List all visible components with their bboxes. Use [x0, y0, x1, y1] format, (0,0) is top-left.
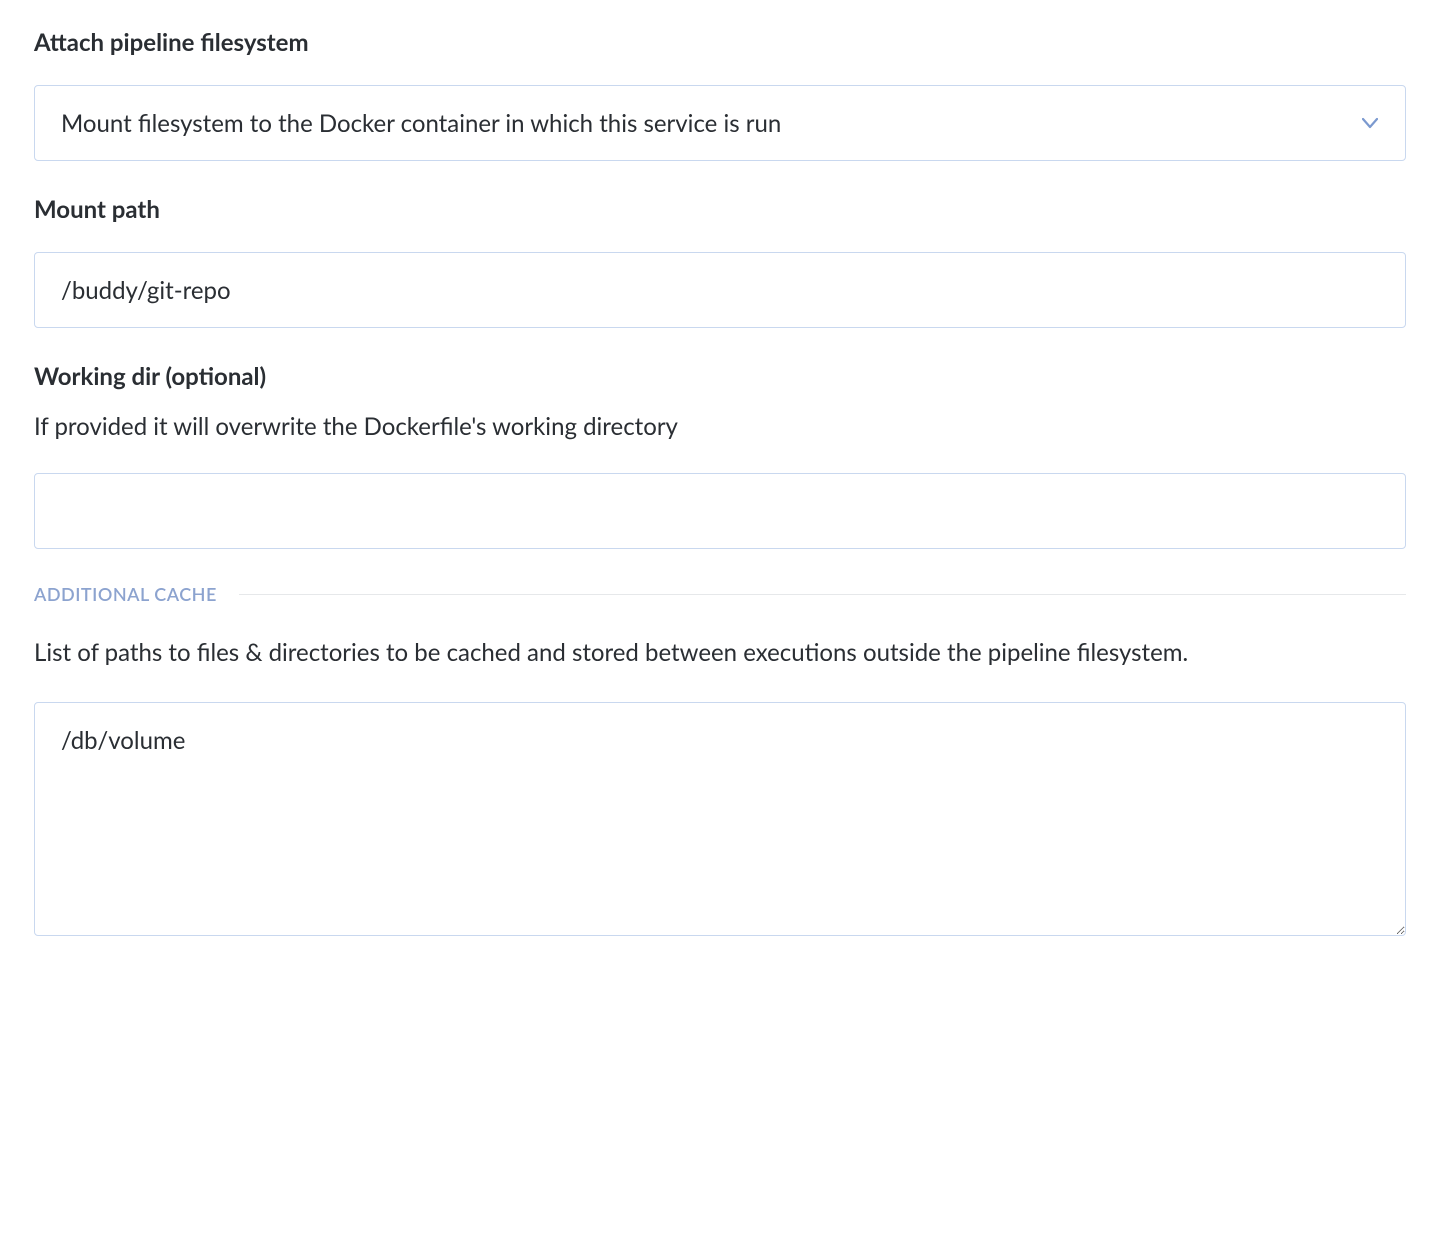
attach-filesystem-select[interactable]: Mount filesystem to the Docker container…	[34, 85, 1406, 161]
additional-cache-description: List of paths to files & directories to …	[34, 633, 1406, 674]
attach-filesystem-select-wrapper: Mount filesystem to the Docker container…	[34, 85, 1406, 161]
mount-path-input[interactable]	[34, 252, 1406, 328]
mount-path-label: Mount path	[34, 195, 1406, 224]
additional-cache-heading: ADDITIONAL CACHE	[34, 583, 217, 605]
additional-cache-divider: ADDITIONAL CACHE	[34, 583, 1406, 605]
divider-line	[239, 594, 1406, 595]
working-dir-input[interactable]	[34, 473, 1406, 549]
working-dir-label: Working dir (optional)	[34, 362, 1406, 391]
attach-filesystem-label: Attach pipeline filesystem	[34, 28, 1406, 57]
additional-cache-textarea[interactable]	[34, 702, 1406, 936]
working-dir-help: If provided it will overwrite the Docker…	[34, 409, 1406, 445]
